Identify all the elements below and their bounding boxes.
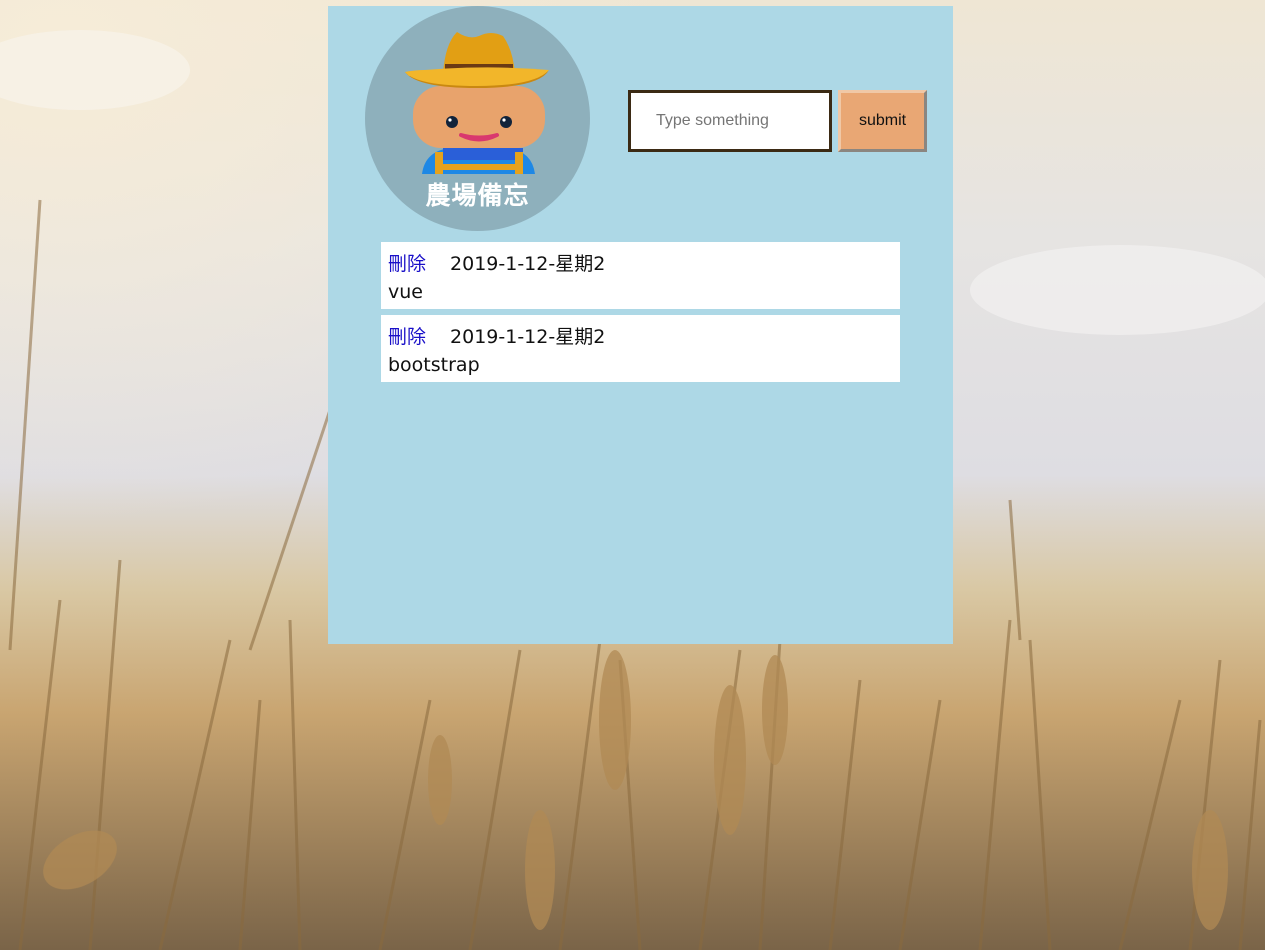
todo-date: 2019-1-12-星期2 bbox=[450, 253, 606, 275]
delete-link[interactable]: 刪除 bbox=[388, 253, 426, 275]
todo-date: 2019-1-12-星期2 bbox=[450, 326, 606, 348]
memo-input[interactable] bbox=[628, 90, 832, 152]
memo-panel: 農場備忘 submit 刪除 2019-1-12-星期2 vue 刪除 2019-1… bbox=[328, 6, 953, 644]
app-title: 農場備忘 bbox=[425, 181, 530, 210]
todo-list: 刪除 2019-1-12-星期2 vue 刪除 2019-1-12-星期2 boot… bbox=[381, 242, 900, 388]
todo-text: vue bbox=[388, 281, 423, 303]
delete-link[interactable]: 刪除 bbox=[388, 326, 426, 348]
submit-button[interactable]: submit bbox=[838, 90, 927, 152]
todo-text: bootstrap bbox=[388, 354, 480, 376]
app-logo: 農場備忘 bbox=[365, 6, 590, 231]
todo-item: 刪除 2019-1-12-星期2 bootstrap bbox=[381, 315, 900, 382]
todo-item: 刪除 2019-1-12-星期2 vue bbox=[381, 242, 900, 309]
